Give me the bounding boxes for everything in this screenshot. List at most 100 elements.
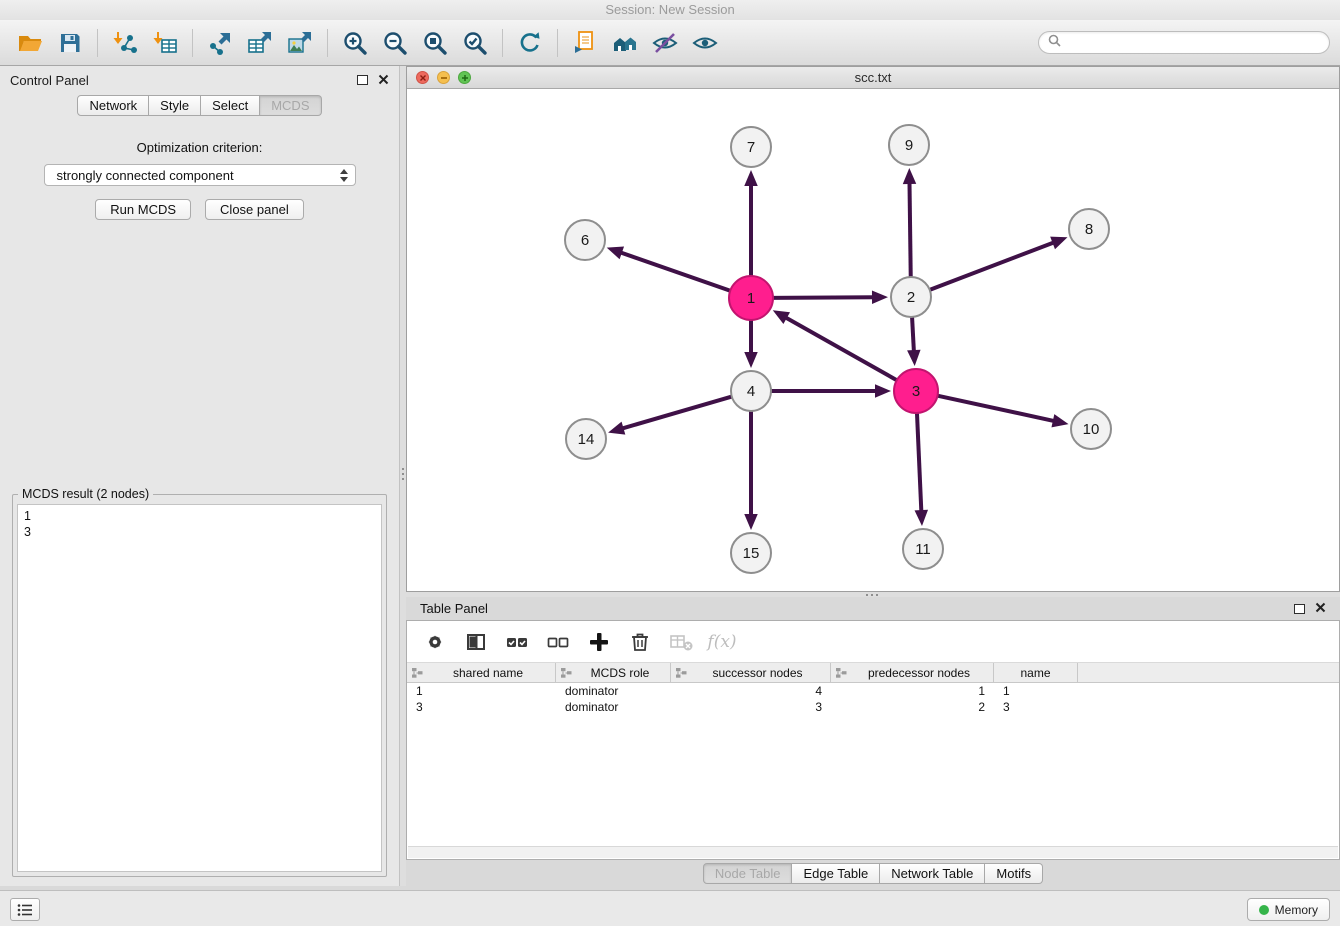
gear-icon[interactable]	[421, 628, 449, 656]
table-hscrollbar[interactable]	[408, 846, 1338, 858]
zoom-selected-icon[interactable]	[455, 24, 495, 62]
table-header-row: shared name MCDS role successor nodes prede…	[407, 663, 1339, 683]
graph-edge[interactable]	[909, 182, 910, 277]
add-icon[interactable]	[585, 628, 613, 656]
graph-edge[interactable]	[917, 413, 921, 512]
graph-edge[interactable]	[620, 252, 730, 291]
minimize-window-icon[interactable]	[437, 71, 450, 84]
tab-motifs[interactable]: Motifs	[985, 863, 1043, 884]
graph-node[interactable]: 2	[891, 277, 931, 317]
graph-node[interactable]: 6	[565, 220, 605, 260]
graph-edge-arrow-icon	[744, 170, 758, 186]
status-bar: Memory	[0, 890, 1340, 926]
graph-node[interactable]: 4	[731, 371, 771, 411]
graph-node[interactable]: 1	[729, 276, 773, 320]
svg-text:11: 11	[915, 541, 931, 558]
task-history-button[interactable]	[10, 898, 40, 921]
column-header[interactable]: name	[994, 663, 1078, 682]
network-window-titlebar[interactable]: scc.txt	[407, 67, 1339, 89]
close-panel-icon[interactable]	[378, 73, 389, 88]
column-header[interactable]: shared name	[407, 663, 556, 682]
graph-edge[interactable]	[937, 396, 1054, 421]
import-network-icon[interactable]	[105, 24, 145, 62]
column-header-label: predecessor nodes	[849, 666, 989, 680]
graph-node[interactable]: 10	[1071, 409, 1111, 449]
export-image-icon[interactable]	[280, 24, 320, 62]
column-header-label: MCDS role	[574, 666, 666, 680]
zoom-fit-icon[interactable]	[415, 24, 455, 62]
tab-network[interactable]: Network	[77, 95, 149, 116]
graph-node[interactable]: 15	[731, 533, 771, 573]
svg-text:9: 9	[905, 137, 913, 154]
graph-edge-arrow-icon	[915, 510, 928, 526]
toolbar-search[interactable]	[1038, 31, 1330, 54]
tab-style[interactable]: Style	[149, 95, 201, 116]
toolbar-separator	[557, 29, 558, 57]
table-row[interactable]: 3dominator323	[407, 699, 1339, 715]
export-table-icon[interactable]	[240, 24, 280, 62]
network-home-icon[interactable]	[605, 24, 645, 62]
show-details-icon[interactable]	[685, 24, 725, 62]
network-window-title: scc.txt	[855, 70, 892, 85]
unselect-all-icon[interactable]	[544, 628, 572, 656]
graph-node[interactable]: 9	[889, 125, 929, 165]
graph-edge[interactable]	[930, 242, 1055, 290]
network-canvas[interactable]: 1 2 3 4 6 7 8 9 10 11 14 15	[407, 89, 1339, 592]
tab-network-table[interactable]: Network Table	[880, 863, 985, 884]
close-window-icon[interactable]	[416, 71, 429, 84]
duplicate-network-icon[interactable]	[565, 24, 605, 62]
table-cell: 3	[407, 700, 556, 714]
graph-edge[interactable]	[773, 297, 874, 298]
export-network-icon[interactable]	[200, 24, 240, 62]
splitter-handle[interactable]	[866, 594, 868, 596]
table-row[interactable]: 1dominator411	[407, 683, 1339, 699]
columns-icon[interactable]	[462, 628, 490, 656]
table-rows: 1dominator4113dominator323	[407, 683, 1339, 715]
table-cell: 1	[407, 684, 556, 698]
delete-table-icon	[667, 628, 695, 656]
zoom-window-icon[interactable]	[458, 71, 471, 84]
column-header[interactable]: successor nodes	[671, 663, 831, 682]
graph-edge-arrow-icon	[607, 246, 624, 259]
hide-details-icon[interactable]	[645, 24, 685, 62]
graph-edge[interactable]	[912, 317, 914, 352]
search-input[interactable]	[1067, 36, 1320, 50]
delete-icon[interactable]	[626, 628, 654, 656]
main-toolbar	[0, 20, 1340, 66]
graph-edge[interactable]	[622, 397, 732, 429]
save-icon[interactable]	[50, 24, 90, 62]
graph-edge-arrow-icon	[608, 422, 625, 435]
run-mcds-button[interactable]: Run MCDS	[95, 199, 191, 220]
tab-mcds[interactable]: MCDS	[260, 95, 321, 116]
graph-node[interactable]: 8	[1069, 209, 1109, 249]
zoom-out-icon[interactable]	[375, 24, 415, 62]
optimization-criterion-select[interactable]: strongly connected component	[44, 164, 356, 186]
graph-node[interactable]: 7	[731, 127, 771, 167]
column-header[interactable]: predecessor nodes	[831, 663, 994, 682]
mcds-result-list: 1 3	[17, 504, 382, 872]
graph-node[interactable]: 11	[903, 529, 943, 569]
control-panel-header: Control Panel	[0, 66, 399, 94]
tab-node-table[interactable]: Node Table	[703, 863, 793, 884]
memory-status-icon	[1259, 905, 1269, 915]
svg-text:2: 2	[907, 289, 915, 306]
open-folder-icon[interactable]	[10, 24, 50, 62]
float-panel-icon[interactable]	[357, 75, 368, 85]
tab-select[interactable]: Select	[201, 95, 260, 116]
splitter-handle[interactable]	[402, 468, 404, 470]
graph-node[interactable]: 14	[566, 419, 606, 459]
memory-button[interactable]: Memory	[1247, 898, 1330, 921]
graph-edge[interactable]	[785, 317, 897, 380]
graph-edge-arrow-icon	[1050, 237, 1067, 250]
close-panel-button[interactable]: Close panel	[205, 199, 304, 220]
svg-text:10: 10	[1083, 421, 1100, 438]
column-header[interactable]: MCDS role	[556, 663, 671, 682]
graph-node[interactable]: 3	[894, 369, 938, 413]
tab-edge-table[interactable]: Edge Table	[792, 863, 880, 884]
refresh-icon[interactable]	[510, 24, 550, 62]
select-all-icon[interactable]	[503, 628, 531, 656]
close-panel-icon[interactable]	[1315, 601, 1326, 616]
import-table-icon[interactable]	[145, 24, 185, 62]
zoom-in-icon[interactable]	[335, 24, 375, 62]
float-panel-icon[interactable]	[1294, 604, 1305, 614]
